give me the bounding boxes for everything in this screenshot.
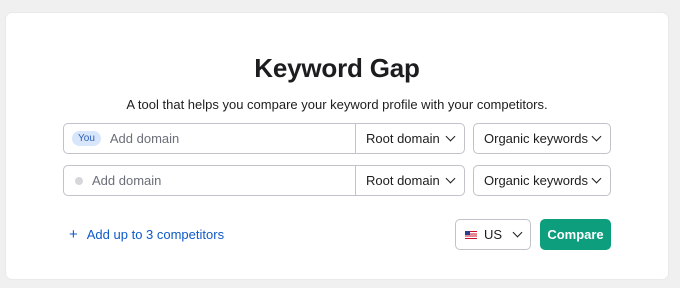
domain-placeholder: Add domain xyxy=(109,131,180,146)
domain-row-you: You Add domain Root domain Organic keywo… xyxy=(63,123,611,154)
compare-button[interactable]: Compare xyxy=(540,219,611,250)
domain-input-competitor[interactable]: Add domain xyxy=(64,166,356,195)
scope-dropdown[interactable]: Root domain xyxy=(356,124,464,153)
chevron-down-icon xyxy=(512,227,523,238)
color-dot-icon xyxy=(75,176,83,185)
chevron-down-icon xyxy=(591,131,602,142)
domain-input-group: Add domain Root domain xyxy=(63,165,465,196)
keyword-type-dropdown[interactable]: Organic keywords xyxy=(473,165,611,196)
add-competitors-label: Add up to 3 competitors xyxy=(86,227,225,242)
country-dropdown[interactable]: US xyxy=(455,219,531,250)
chevron-down-icon xyxy=(445,131,456,142)
domain-row-competitor: Add domain Root domain Organic keywords xyxy=(63,165,611,196)
chevron-down-icon xyxy=(591,173,602,184)
domain-placeholder: Add domain xyxy=(92,173,162,188)
keyword-type-label: Organic keywords xyxy=(484,131,589,146)
page-title: Keyword Gap xyxy=(254,53,420,83)
page-subtitle: A tool that helps you compare your keywo… xyxy=(126,97,548,112)
chevron-down-icon xyxy=(445,173,456,184)
add-competitors-link[interactable]: + Add up to 3 competitors xyxy=(69,226,224,243)
keyword-type-label: Organic keywords xyxy=(484,173,589,188)
keyword-type-dropdown[interactable]: Organic keywords xyxy=(473,123,611,154)
you-badge: You xyxy=(72,131,101,146)
country-label: US xyxy=(484,227,503,242)
domain-input-group: You Add domain Root domain xyxy=(63,123,465,154)
scope-dropdown[interactable]: Root domain xyxy=(356,166,464,195)
scope-dropdown-label: Root domain xyxy=(366,131,440,146)
plus-icon: + xyxy=(69,226,78,243)
scope-dropdown-label: Root domain xyxy=(366,173,440,188)
us-flag-icon xyxy=(465,230,477,239)
domain-input-you[interactable]: You Add domain xyxy=(64,124,356,153)
